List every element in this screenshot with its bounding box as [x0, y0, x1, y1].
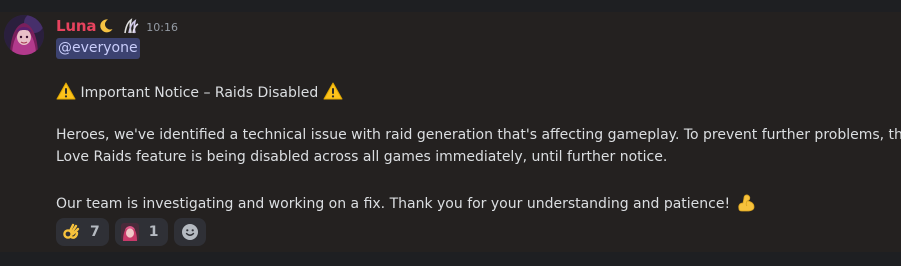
- message-timestamp[interactable]: 10:16: [146, 21, 178, 34]
- character-emoji-icon: [120, 223, 139, 241]
- paragraph2-line: Our team is investigating and working on…: [56, 191, 757, 215]
- message-header: Luna 10:16: [56, 15, 178, 37]
- bottom-strip: [0, 252, 901, 266]
- crescent-moon-icon: [98, 18, 114, 34]
- ok-hand-icon: [62, 223, 80, 241]
- everyone-mention[interactable]: @everyone: [56, 38, 140, 59]
- avatar[interactable]: [4, 15, 44, 55]
- warning-icon: [56, 81, 76, 101]
- smiley-plus-icon: [181, 223, 199, 241]
- paragraph1-line1: Heroes, we've identified a technical iss…: [56, 127, 901, 143]
- notice-title: Important Notice – Raids Disabled: [80, 85, 319, 101]
- reaction-ok-hand[interactable]: 7: [56, 218, 109, 246]
- reaction-character[interactable]: 1: [114, 218, 168, 246]
- warning-icon: [323, 81, 343, 101]
- top-strip: [0, 0, 901, 12]
- reactions-bar: 7 1: [56, 218, 206, 246]
- author-name[interactable]: Luna: [56, 17, 96, 35]
- avatar-image: [4, 15, 44, 55]
- role-badge-icon[interactable]: [122, 17, 140, 35]
- paragraph2-text: Our team is investigating and working on…: [56, 196, 731, 212]
- notice-title-line: Important Notice – Raids Disabled: [56, 81, 343, 104]
- flexed-biceps-icon: [735, 191, 757, 213]
- reaction-count: 7: [90, 224, 100, 240]
- paragraph1-line2: Love Raids feature is being disabled acr…: [56, 149, 668, 165]
- reaction-count: 1: [148, 224, 159, 240]
- add-reaction-button[interactable]: [173, 218, 206, 246]
